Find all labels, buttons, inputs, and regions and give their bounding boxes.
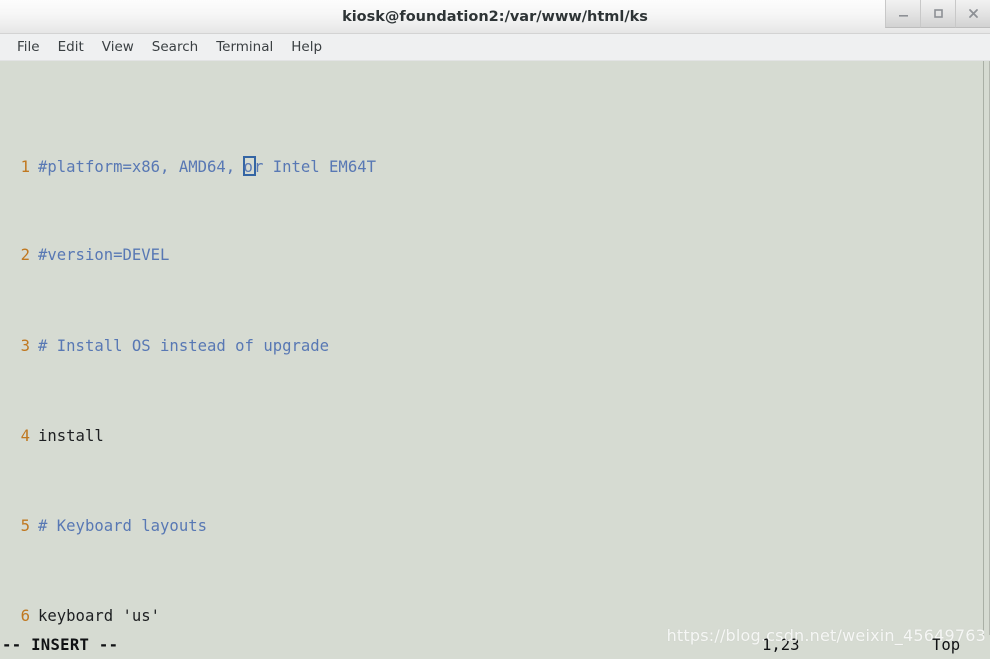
close-button[interactable] [955,0,990,28]
line-number: 3 [20,336,30,355]
line-number: 1 [20,158,30,177]
editor-line: 4 install [0,425,989,448]
line-number: 5 [20,516,30,535]
maximize-button[interactable] [920,0,955,28]
menu-item-terminal[interactable]: Terminal [207,37,282,57]
line-content: #version=DEVEL [38,246,170,265]
editor-line: 6 keyboard 'us' [0,605,989,628]
window-title: kiosk@foundation2:/var/www/html/ks [342,8,648,25]
menu-item-view[interactable]: View [93,37,143,57]
close-icon [968,8,979,19]
editor-line: 5 # Keyboard layouts [0,515,989,538]
line-content: #platform=x86, AMD64, or Intel EM64T [30,154,376,179]
maximize-icon [933,8,944,19]
line1-after: r Intel EM64T [253,158,376,177]
menu-item-file[interactable]: File [8,37,49,57]
line-number: 4 [20,426,30,445]
line-number: 2 [20,246,30,265]
minimize-button[interactable] [885,0,920,28]
window-edge-line [983,61,984,635]
editor-buffer[interactable]: 1 #platform=x86, AMD64, or Intel EM64T 2… [0,64,989,635]
line-content: keyboard 'us' [38,607,161,626]
line-content: # Install OS instead of upgrade [38,336,330,355]
cursor-char: o [243,158,253,177]
scroll-location: Top [932,636,961,654]
line1-before: #platform=x86, AMD64, [38,158,245,177]
minimize-icon [898,8,909,19]
vim-status-line: -- INSERT -- 1,23 Top [0,635,990,659]
editor-mode-indicator: -- INSERT -- [2,636,119,654]
cursor-position: 1,23 [762,636,800,654]
editor-line: 1 #platform=x86, AMD64, or Intel EM64T [0,154,989,177]
title-bar: kiosk@foundation2:/var/www/html/ks [0,0,990,34]
menu-bar: File Edit View Search Terminal Help [0,34,990,61]
text-cursor: o [242,156,256,177]
menu-item-search[interactable]: Search [143,37,207,57]
line-content: install [38,426,104,445]
editor-line: 2 #version=DEVEL [0,244,989,267]
terminal-window: kiosk@foundation2:/var/www/html/ks File … [0,0,990,659]
menu-item-edit[interactable]: Edit [49,37,93,57]
menu-item-help[interactable]: Help [282,37,331,57]
window-controls [885,0,990,28]
terminal-screen[interactable]: 1 #platform=x86, AMD64, or Intel EM64T 2… [0,61,990,635]
editor-line: 3 # Install OS instead of upgrade [0,335,989,358]
line-content: # Keyboard layouts [38,516,207,535]
line-number: 6 [20,607,30,626]
